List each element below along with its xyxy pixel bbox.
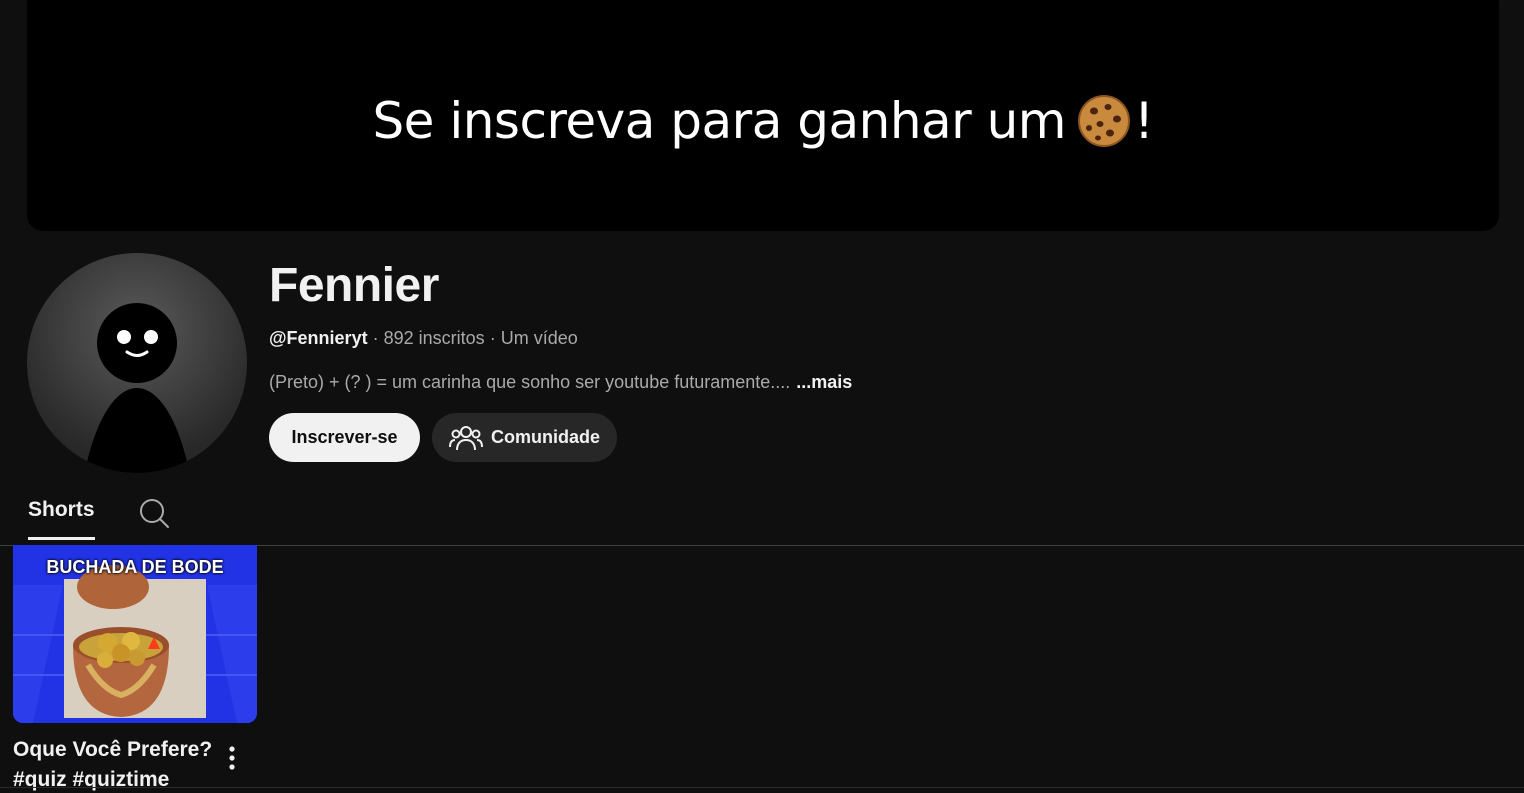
- channel-banner: Se inscreva para ganhar um !: [27, 0, 1499, 231]
- meta-separator: ·: [372, 328, 379, 348]
- bottom-divider: [0, 787, 1524, 788]
- cookie-icon: [1074, 93, 1134, 149]
- channel-name: Fennier: [269, 259, 439, 312]
- short-thumbnail[interactable]: BUCHADA DE BODE: [13, 545, 257, 723]
- channel-description[interactable]: (Preto) + (? ) = um carinha que sonho se…: [269, 372, 852, 393]
- video-count: Um vídeo: [500, 328, 578, 348]
- channel-tabs: Shorts: [0, 488, 1524, 546]
- community-people-icon: [448, 425, 483, 450]
- short-card[interactable]: BUCHADA DE BODE Oque Você Prefere? #quiz…: [13, 545, 257, 791]
- tab-shorts[interactable]: Shorts: [28, 498, 95, 540]
- community-label: Comunidade: [490, 427, 600, 447]
- channel-handle[interactable]: @Fennieryt: [269, 328, 368, 348]
- channel-meta: @Fennieryt · 892 inscritos · Um vídeo: [269, 328, 578, 349]
- more-options-icon[interactable]: [224, 744, 240, 774]
- community-button[interactable]: Comunidade: [432, 413, 617, 462]
- banner-message: Se inscreva para ganhar um: [372, 91, 1067, 150]
- channel-page: Se inscreva para ganhar um ! Fennier @Fe…: [0, 0, 1524, 793]
- banner-suffix: !: [1134, 91, 1154, 150]
- subscriber-count: 892 inscritos: [383, 328, 485, 348]
- description-text: (Preto) + (? ) = um carinha que sonho se…: [269, 372, 791, 392]
- more-link[interactable]: ...mais: [796, 372, 852, 392]
- search-icon[interactable]: [138, 497, 170, 529]
- subscribe-button[interactable]: Inscrever-se: [269, 413, 420, 462]
- short-title[interactable]: Oque Você Prefere? #quiz #quiztime: [13, 735, 218, 793]
- banner-text: Se inscreva para ganhar um !: [372, 91, 1154, 150]
- thumbnail-caption: BUCHADA DE BODE: [46, 557, 224, 577]
- channel-avatar[interactable]: [27, 253, 247, 473]
- avatar-figure-icon: [84, 303, 190, 473]
- meta-separator: ·: [489, 328, 496, 348]
